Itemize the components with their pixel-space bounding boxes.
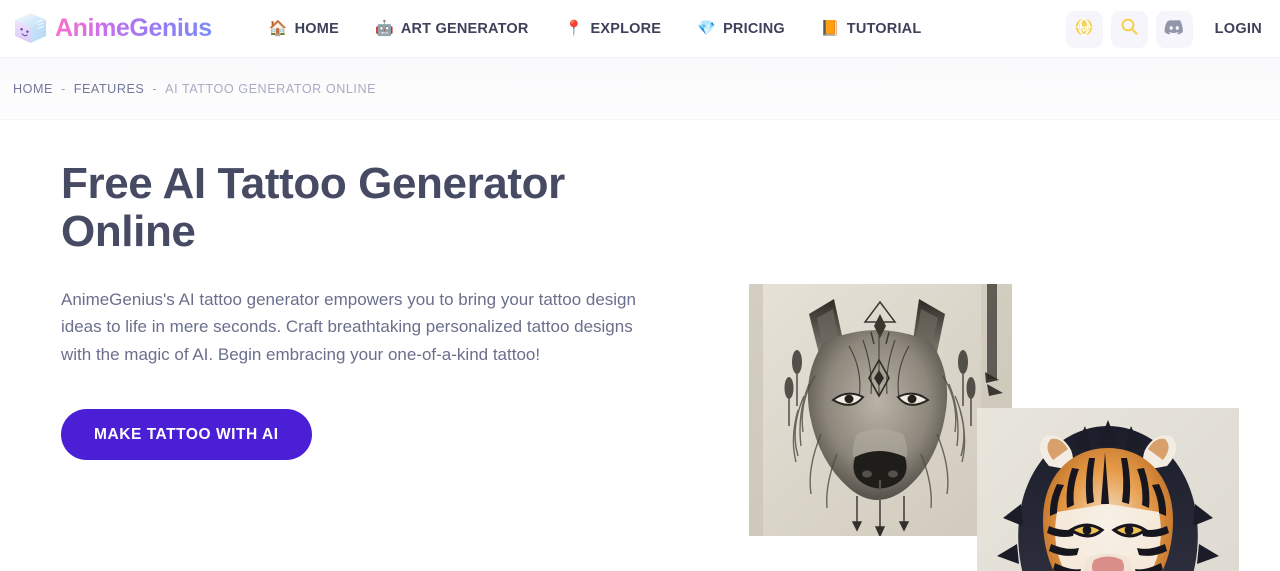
make-tattoo-button[interactable]: MAKE TATTOO WITH AI bbox=[61, 409, 312, 461]
nav-label-home: HOME bbox=[294, 20, 339, 37]
breadcrumb-separator: - bbox=[152, 81, 158, 96]
breadcrumb-item-current: AI TATTOO GENERATOR ONLINE bbox=[165, 81, 377, 96]
robot-icon: 🤖 bbox=[374, 20, 394, 37]
nav-label-pricing: PRICING bbox=[723, 20, 785, 37]
hero-content: Free AI Tattoo Generator Online AnimeGen… bbox=[61, 159, 671, 461]
site-header: AnimeGenius 🏠 HOME 🤖 ART GENERATOR 📍 EXP… bbox=[0, 0, 1280, 58]
discord-button[interactable] bbox=[1155, 10, 1193, 48]
tiger-tattoo-art[interactable] bbox=[977, 408, 1239, 571]
globe-icon bbox=[1074, 17, 1094, 42]
hero-description: AnimeGenius's AI tattoo generator empowe… bbox=[61, 289, 636, 364]
login-button[interactable]: LOGIN bbox=[1215, 21, 1262, 37]
logo[interactable]: AnimeGenius bbox=[13, 11, 212, 46]
nav-label-explore: EXPLORE bbox=[590, 20, 662, 37]
nav-label-art-generator: ART GENERATOR bbox=[400, 20, 529, 37]
search-icon bbox=[1120, 17, 1139, 41]
nav-item-art-generator[interactable]: 🤖 ART GENERATOR bbox=[357, 21, 547, 37]
hero-section: Free AI Tattoo Generator Online AnimeGen… bbox=[0, 120, 1280, 571]
logo-text: AnimeGenius bbox=[55, 14, 212, 42]
page-title: Free AI Tattoo Generator Online bbox=[61, 159, 565, 257]
header-actions: LOGIN bbox=[1065, 0, 1266, 58]
breadcrumb-bar: HOME - FEATURES - AI TATTOO GENERATOR ON… bbox=[0, 58, 1280, 120]
wolf-tattoo-sketch[interactable] bbox=[749, 284, 1012, 536]
nav-item-explore[interactable]: 📍 EXPLORE bbox=[547, 21, 680, 37]
main-nav: 🏠 HOME 🤖 ART GENERATOR 📍 EXPLORE 💎 PRICI… bbox=[251, 21, 940, 37]
discord-icon bbox=[1164, 19, 1185, 40]
breadcrumb-item-features[interactable]: FEATURES bbox=[74, 82, 145, 96]
gem-icon: 💎 bbox=[697, 20, 717, 37]
house-icon: 🏠 bbox=[268, 20, 288, 37]
breadcrumb-separator: - bbox=[60, 81, 66, 96]
nav-label-tutorial: TUTORIAL bbox=[846, 20, 922, 37]
search-button[interactable] bbox=[1110, 10, 1148, 48]
language-button[interactable] bbox=[1065, 10, 1103, 48]
nav-item-home[interactable]: 🏠 HOME bbox=[251, 21, 357, 37]
breadcrumb-item-home[interactable]: HOME bbox=[13, 82, 53, 96]
book-icon: 📙 bbox=[820, 20, 840, 37]
pin-icon: 📍 bbox=[564, 20, 584, 37]
nav-item-tutorial[interactable]: 📙 TUTORIAL bbox=[803, 21, 940, 37]
nav-item-pricing[interactable]: 💎 PRICING bbox=[679, 21, 803, 37]
breadcrumb: HOME - FEATURES - AI TATTOO GENERATOR ON… bbox=[13, 82, 376, 96]
anime-cube-logo-icon bbox=[13, 11, 48, 46]
